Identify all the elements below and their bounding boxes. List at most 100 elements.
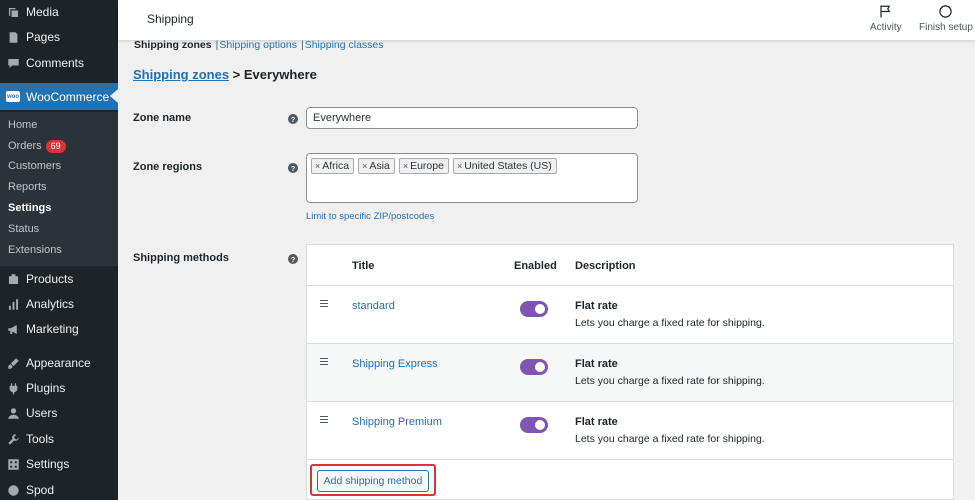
tab-shipping-options[interactable]: Shipping options <box>219 39 297 51</box>
appearance-icon <box>6 356 20 370</box>
sidebar-item-label: Marketing <box>26 322 79 336</box>
shipping-methods-label: Shipping methods <box>133 252 229 264</box>
sidebar-item-comments[interactable]: Comments <box>0 51 118 75</box>
woocommerce-icon: woo <box>6 90 20 104</box>
sidebar-item-appearance[interactable]: Appearance <box>0 351 118 375</box>
page-header: Shipping Activity Finish setup <box>118 0 975 40</box>
region-chip[interactable]: × Africa <box>311 158 355 174</box>
method-name: Flat rate <box>575 416 618 428</box>
analytics-icon <box>6 297 20 311</box>
sidebar-item-label: Appearance <box>26 356 91 370</box>
tab-shipping-zones[interactable]: Shipping zones <box>134 39 212 51</box>
sidebar-item-plugins[interactable]: Plugins <box>0 376 118 400</box>
method-description: Lets you charge a fixed rate for shippin… <box>575 375 765 387</box>
column-header-enabled: Enabled <box>514 260 557 272</box>
orders-count-badge: 69 <box>45 139 66 153</box>
settings-icon <box>6 457 20 471</box>
method-title-link[interactable]: standard <box>352 300 395 312</box>
sidebar-item-spod[interactable]: Spod <box>0 478 118 500</box>
limit-postcodes-link[interactable]: Limit to specific ZIP/postcodes <box>306 211 434 222</box>
plugins-icon <box>6 381 20 395</box>
activity-label: Activity <box>870 22 902 33</box>
method-name: Flat rate <box>575 358 618 370</box>
table-row: Shipping Premium Flat rate Lets you char… <box>307 401 953 459</box>
sidebar-item-tools[interactable]: Tools <box>0 427 118 451</box>
finish-setup-label: Finish setup <box>919 22 973 33</box>
method-title-link[interactable]: Shipping Express <box>352 358 438 370</box>
breadcrumb-current: > Everywhere <box>229 67 317 82</box>
shipping-subnav: Shipping zones |Shipping options |Shipping… <box>134 39 384 51</box>
tab-shipping-classes[interactable]: Shipping classes <box>305 39 384 51</box>
enabled-toggle[interactable] <box>520 301 548 317</box>
region-chip[interactable]: × United States (US) <box>452 158 557 174</box>
sidebar-item-label: Settings <box>26 457 70 471</box>
drag-handle-icon[interactable] <box>320 358 328 367</box>
submenu-item-reports[interactable]: Reports <box>8 179 47 195</box>
sidebar-item-users[interactable]: Users <box>0 401 118 425</box>
submenu-item-extensions[interactable]: Extensions <box>8 242 62 258</box>
remove-icon[interactable]: × <box>403 161 408 171</box>
sidebar-item-label: Spod <box>26 483 55 497</box>
sidebar-item-analytics[interactable]: Analytics <box>0 292 118 316</box>
region-chip[interactable]: × Europe <box>398 158 449 174</box>
users-icon <box>6 406 20 420</box>
column-header-description: Description <box>575 260 636 272</box>
breadcrumb: Shipping zones > Everywhere <box>133 67 317 82</box>
sidebar-item-media[interactable]: Media <box>0 0 118 24</box>
method-name: Flat rate <box>575 300 618 312</box>
sidebar-item-label: Users <box>26 406 58 420</box>
pages-icon <box>6 30 20 44</box>
remove-icon[interactable]: × <box>315 161 320 171</box>
table-footer: Add shipping method <box>307 459 953 500</box>
region-chip[interactable]: × Asia <box>358 158 395 174</box>
marketing-icon <box>6 322 20 336</box>
sidebar-item-label: Comments <box>26 56 85 70</box>
finish-setup-button[interactable]: Finish setup <box>919 4 973 33</box>
sidebar-item-products[interactable]: Products <box>0 267 118 291</box>
products-icon <box>6 272 20 286</box>
zone-name-input[interactable]: Everywhere <box>306 107 638 129</box>
submenu-item-home[interactable]: Home <box>8 117 37 133</box>
help-icon[interactable]: ? <box>288 163 298 173</box>
sidebar-item-pages[interactable]: Pages <box>0 25 118 49</box>
page-title: Shipping <box>147 12 194 26</box>
breadcrumb-shipping-zones-link[interactable]: Shipping zones <box>133 67 229 82</box>
drag-handle-icon[interactable] <box>320 416 328 425</box>
sidebar-item-label: Analytics <box>26 297 75 311</box>
enabled-toggle[interactable] <box>520 417 548 433</box>
spod-icon <box>6 483 20 497</box>
activity-button[interactable]: Activity <box>870 4 902 33</box>
submenu-item-status[interactable]: Status <box>8 221 39 237</box>
submenu-item-customers[interactable]: Customers <box>8 158 61 174</box>
help-icon[interactable]: ? <box>288 114 298 124</box>
admin-sidebar: Media Pages Comments woo WooCommerce Hom… <box>0 0 118 500</box>
sidebar-item-label: Tools <box>26 432 55 446</box>
sidebar-item-label: Products <box>26 272 74 286</box>
add-shipping-method-button[interactable]: Add shipping method <box>317 470 429 492</box>
table-row: Shipping Express Flat rate Lets you char… <box>307 343 953 401</box>
tools-icon <box>6 432 20 446</box>
drag-handle-icon[interactable] <box>320 300 328 309</box>
sidebar-item-settings[interactable]: Settings <box>0 452 118 476</box>
remove-icon[interactable]: × <box>457 161 462 171</box>
sidebar-item-label: Plugins <box>26 381 66 395</box>
submenu-item-settings[interactable]: Settings <box>8 200 51 216</box>
remove-icon[interactable]: × <box>362 161 367 171</box>
flag-icon <box>880 5 891 18</box>
enabled-toggle[interactable] <box>520 359 548 375</box>
table-row: standard Flat rate Lets you charge a fix… <box>307 285 953 343</box>
progress-circle-icon <box>939 5 953 18</box>
method-description: Lets you charge a fixed rate for shippin… <box>575 317 765 329</box>
sidebar-item-label: Media <box>26 5 59 19</box>
sidebar-item-label: Pages <box>26 30 61 44</box>
sidebar-item-woocommerce[interactable]: woo WooCommerce <box>0 83 118 110</box>
sidebar-item-marketing[interactable]: Marketing <box>0 317 118 341</box>
shipping-methods-table: Title Enabled Description standard Flat … <box>306 244 954 500</box>
add-button-highlight: Add shipping method <box>310 464 436 496</box>
method-description: Lets you charge a fixed rate for shippin… <box>575 433 765 445</box>
help-icon[interactable]: ? <box>288 254 298 264</box>
submenu-item-orders[interactable]: Orders 69 <box>8 138 66 154</box>
method-title-link[interactable]: Shipping Premium <box>352 416 442 428</box>
media-icon <box>6 5 20 19</box>
zone-regions-select[interactable]: × Africa × Asia × Europe × United States (US… <box>306 153 638 203</box>
